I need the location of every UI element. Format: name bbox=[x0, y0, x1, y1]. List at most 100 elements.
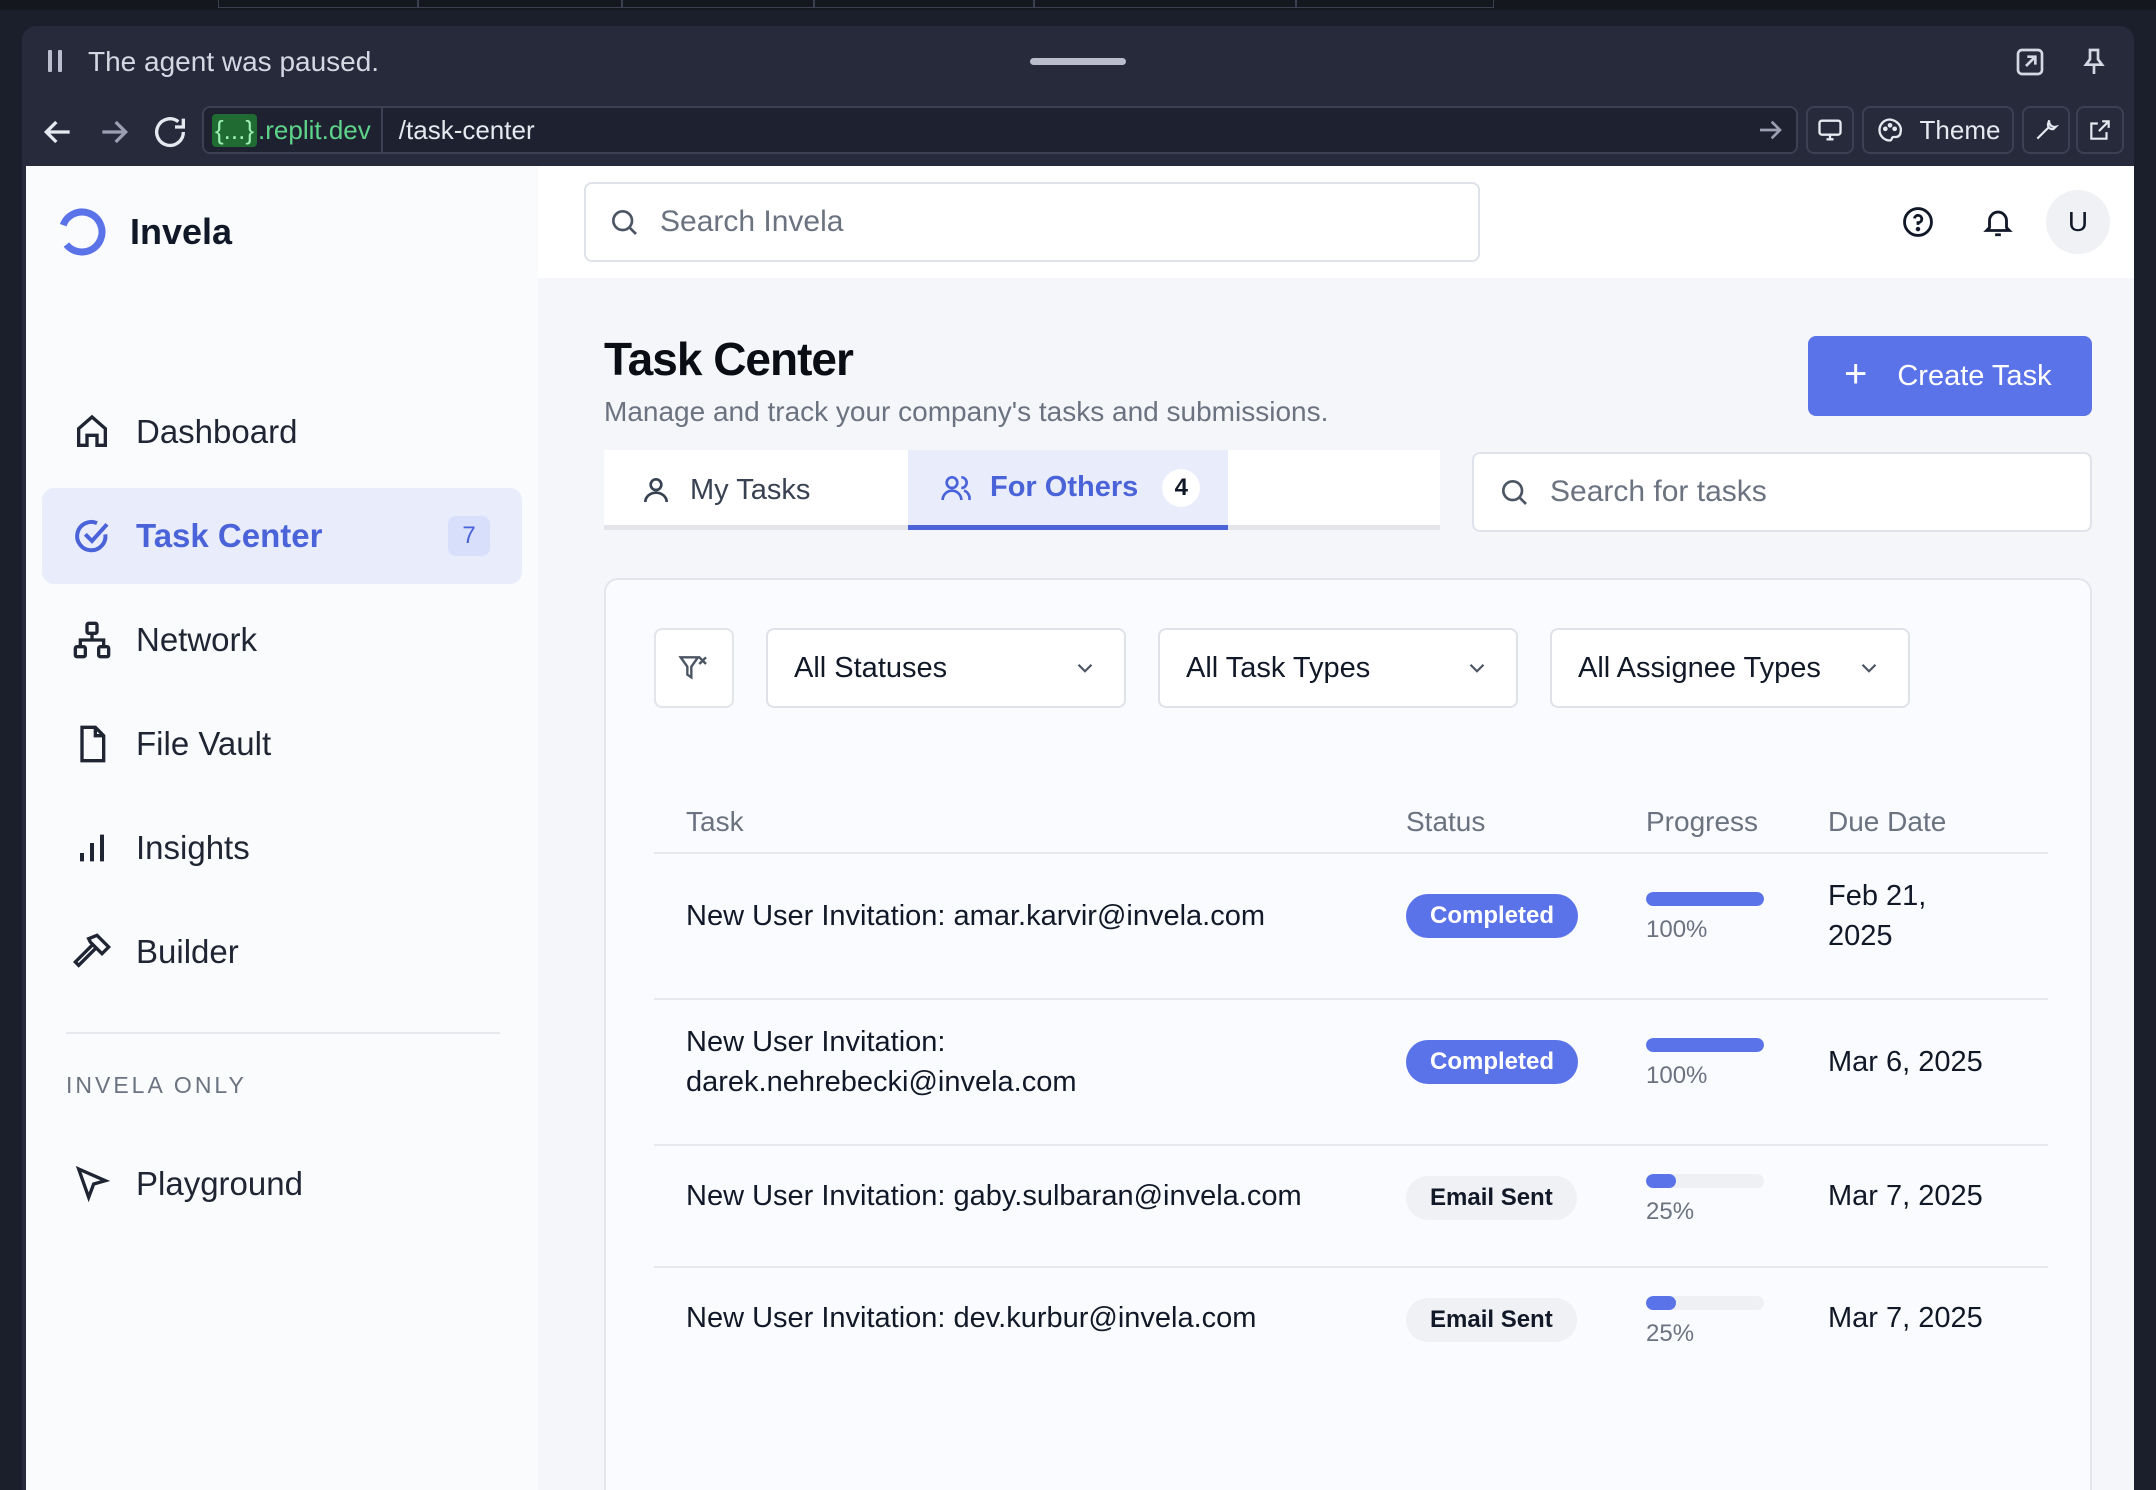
sidebar-item-label: Playground bbox=[136, 1165, 303, 1202]
task-name[interactable]: New User Invitation: dev.kurbur@invela.c… bbox=[686, 1298, 1256, 1338]
sidebar-item-task-center[interactable]: Task Center 7 bbox=[42, 488, 522, 584]
back-arrow-icon[interactable] bbox=[38, 112, 78, 152]
devtools-button[interactable] bbox=[2022, 106, 2070, 154]
devices-button[interactable] bbox=[1806, 106, 1854, 154]
sidebar-item-builder[interactable]: Builder bbox=[42, 904, 522, 1000]
browser-tab[interactable] bbox=[1034, 0, 1296, 8]
status-badge: Completed bbox=[1406, 894, 1579, 938]
sidebar-item-label: Insights bbox=[136, 829, 250, 866]
column-header-progress[interactable]: Progress bbox=[1646, 806, 1758, 838]
progress-fill bbox=[1646, 1296, 1676, 1310]
app-logo[interactable]: Invela bbox=[56, 206, 232, 258]
url-host-brace: {...} bbox=[212, 113, 258, 147]
task-type-filter-value: All Task Types bbox=[1186, 651, 1371, 684]
task-name[interactable]: New User Invitation: darek.nehrebecki@in… bbox=[686, 1022, 1106, 1102]
bar-chart-icon bbox=[80, 834, 104, 862]
sidebar-item-label: Task Center bbox=[136, 517, 323, 554]
help-circle-icon bbox=[1903, 207, 1933, 237]
column-header-due-date[interactable]: Due Date bbox=[1828, 806, 1946, 838]
agent-status-text: The agent was paused. bbox=[88, 46, 380, 77]
pause-icon[interactable] bbox=[48, 50, 64, 74]
sidebar-item-dashboard[interactable]: Dashboard bbox=[42, 384, 522, 480]
global-search-input[interactable]: Search Invela bbox=[584, 182, 1480, 262]
browser-tab[interactable] bbox=[814, 0, 1034, 8]
user-icon bbox=[644, 478, 668, 503]
search-icon bbox=[612, 210, 637, 235]
url-path[interactable]: /task-center bbox=[383, 115, 1750, 146]
go-arrow-icon[interactable] bbox=[1750, 110, 1790, 150]
check-circle-icon bbox=[75, 519, 109, 553]
create-task-button[interactable]: + Create Task bbox=[1808, 336, 2092, 416]
sidebar-item-label: Dashboard bbox=[136, 413, 298, 450]
address-bar[interactable]: {...} .replit.dev /task-center bbox=[202, 106, 1798, 154]
task-search-placeholder: Search for tasks bbox=[1550, 475, 1767, 508]
column-header-task[interactable]: Task bbox=[686, 806, 744, 838]
user-avatar[interactable]: U bbox=[2046, 190, 2110, 254]
due-date: Mar 7, 2025 bbox=[1828, 1180, 1983, 1212]
column-header-status[interactable]: Status bbox=[1406, 806, 1485, 838]
chevron-down-icon bbox=[1077, 663, 1093, 673]
task-count-badge: 7 bbox=[448, 516, 490, 556]
task-table-card: All Statuses All Task Types All Assignee… bbox=[604, 578, 2092, 1490]
drag-handle[interactable] bbox=[1030, 58, 1126, 65]
browser-tab[interactable] bbox=[622, 0, 814, 8]
sidebar-item-label: Network bbox=[136, 621, 258, 658]
sidebar-item-playground[interactable]: Playground bbox=[42, 1136, 522, 1232]
browser-tab-strip bbox=[0, 0, 2156, 10]
home-icon bbox=[77, 414, 107, 447]
task-name[interactable]: New User Invitation: gaby.sulbaran@invel… bbox=[686, 1176, 1302, 1216]
browser-tab[interactable] bbox=[418, 0, 622, 8]
external-link-icon bbox=[2090, 120, 2110, 140]
search-icon bbox=[1502, 480, 1527, 505]
progress-percent: 25% bbox=[1646, 1320, 1695, 1347]
row-divider bbox=[654, 998, 2048, 1000]
top-header: Search Invela U bbox=[538, 166, 2134, 278]
sidebar: Invela Dashboard Task Center 7 Network F… bbox=[26, 166, 538, 1490]
help-button[interactable] bbox=[1886, 190, 1950, 254]
users-icon bbox=[941, 475, 971, 500]
tab-my-tasks[interactable]: My Tasks bbox=[604, 450, 906, 530]
tab-for-others[interactable]: For Others 4 bbox=[908, 450, 1228, 530]
sidebar-item-network[interactable]: Network bbox=[42, 592, 522, 688]
tab-count-badge: 4 bbox=[1162, 468, 1201, 507]
sidebar-item-file-vault[interactable]: File Vault bbox=[42, 696, 522, 792]
task-search-input[interactable]: Search for tasks bbox=[1472, 452, 2092, 532]
agent-browser-window: The agent was paused. {...} .replit.dev … bbox=[22, 26, 2134, 1490]
progress-bar bbox=[1646, 1038, 1764, 1052]
wrench-icon bbox=[2036, 119, 2059, 140]
assignee-type-filter-select[interactable]: All Assignee Types bbox=[1550, 628, 1910, 708]
browser-tab[interactable] bbox=[218, 0, 418, 8]
collapse-icon[interactable] bbox=[2014, 46, 2046, 78]
progress-fill bbox=[1646, 892, 1764, 906]
progress-percent: 100% bbox=[1646, 916, 1708, 943]
reload-icon[interactable] bbox=[150, 112, 190, 152]
cursor-arrow-icon bbox=[75, 1165, 111, 1203]
assignee-type-filter-value: All Assignee Types bbox=[1578, 651, 1821, 684]
browser-tab[interactable] bbox=[1296, 0, 1494, 8]
progress-bar bbox=[1646, 1174, 1764, 1188]
status-filter-select[interactable]: All Statuses bbox=[766, 628, 1126, 708]
sidebar-item-label: File Vault bbox=[136, 725, 272, 762]
agent-status-bar: The agent was paused. bbox=[22, 26, 2134, 98]
theme-button[interactable]: Theme bbox=[1862, 106, 2014, 154]
sidebar-item-insights[interactable]: Insights bbox=[42, 800, 522, 896]
sidebar-section-label: INVELA ONLY bbox=[66, 1072, 247, 1098]
progress-fill bbox=[1646, 1174, 1676, 1188]
forward-arrow-icon[interactable] bbox=[94, 112, 134, 152]
task-tabs: My Tasks For Others 4 bbox=[604, 450, 1440, 530]
open-external-button[interactable] bbox=[2076, 106, 2124, 154]
hammer-icon bbox=[72, 933, 112, 968]
monitor-icon bbox=[1818, 119, 1842, 141]
progress-fill bbox=[1646, 1038, 1764, 1052]
clear-filters-button[interactable] bbox=[654, 628, 734, 708]
chevron-down-icon bbox=[1861, 663, 1877, 673]
bell-icon bbox=[1983, 210, 2013, 237]
notifications-button[interactable] bbox=[1966, 190, 2030, 254]
pin-icon[interactable] bbox=[2078, 46, 2110, 78]
browser-toolbar: {...} .replit.dev /task-center Theme bbox=[22, 98, 2134, 166]
progress-percent: 100% bbox=[1646, 1062, 1708, 1089]
page-subtitle: Manage and track your company's tasks an… bbox=[604, 396, 1329, 427]
task-name[interactable]: New User Invitation: amar.karvir@invela.… bbox=[686, 896, 1265, 936]
task-type-filter-select[interactable]: All Task Types bbox=[1158, 628, 1518, 708]
status-badge: Completed bbox=[1406, 1040, 1579, 1084]
